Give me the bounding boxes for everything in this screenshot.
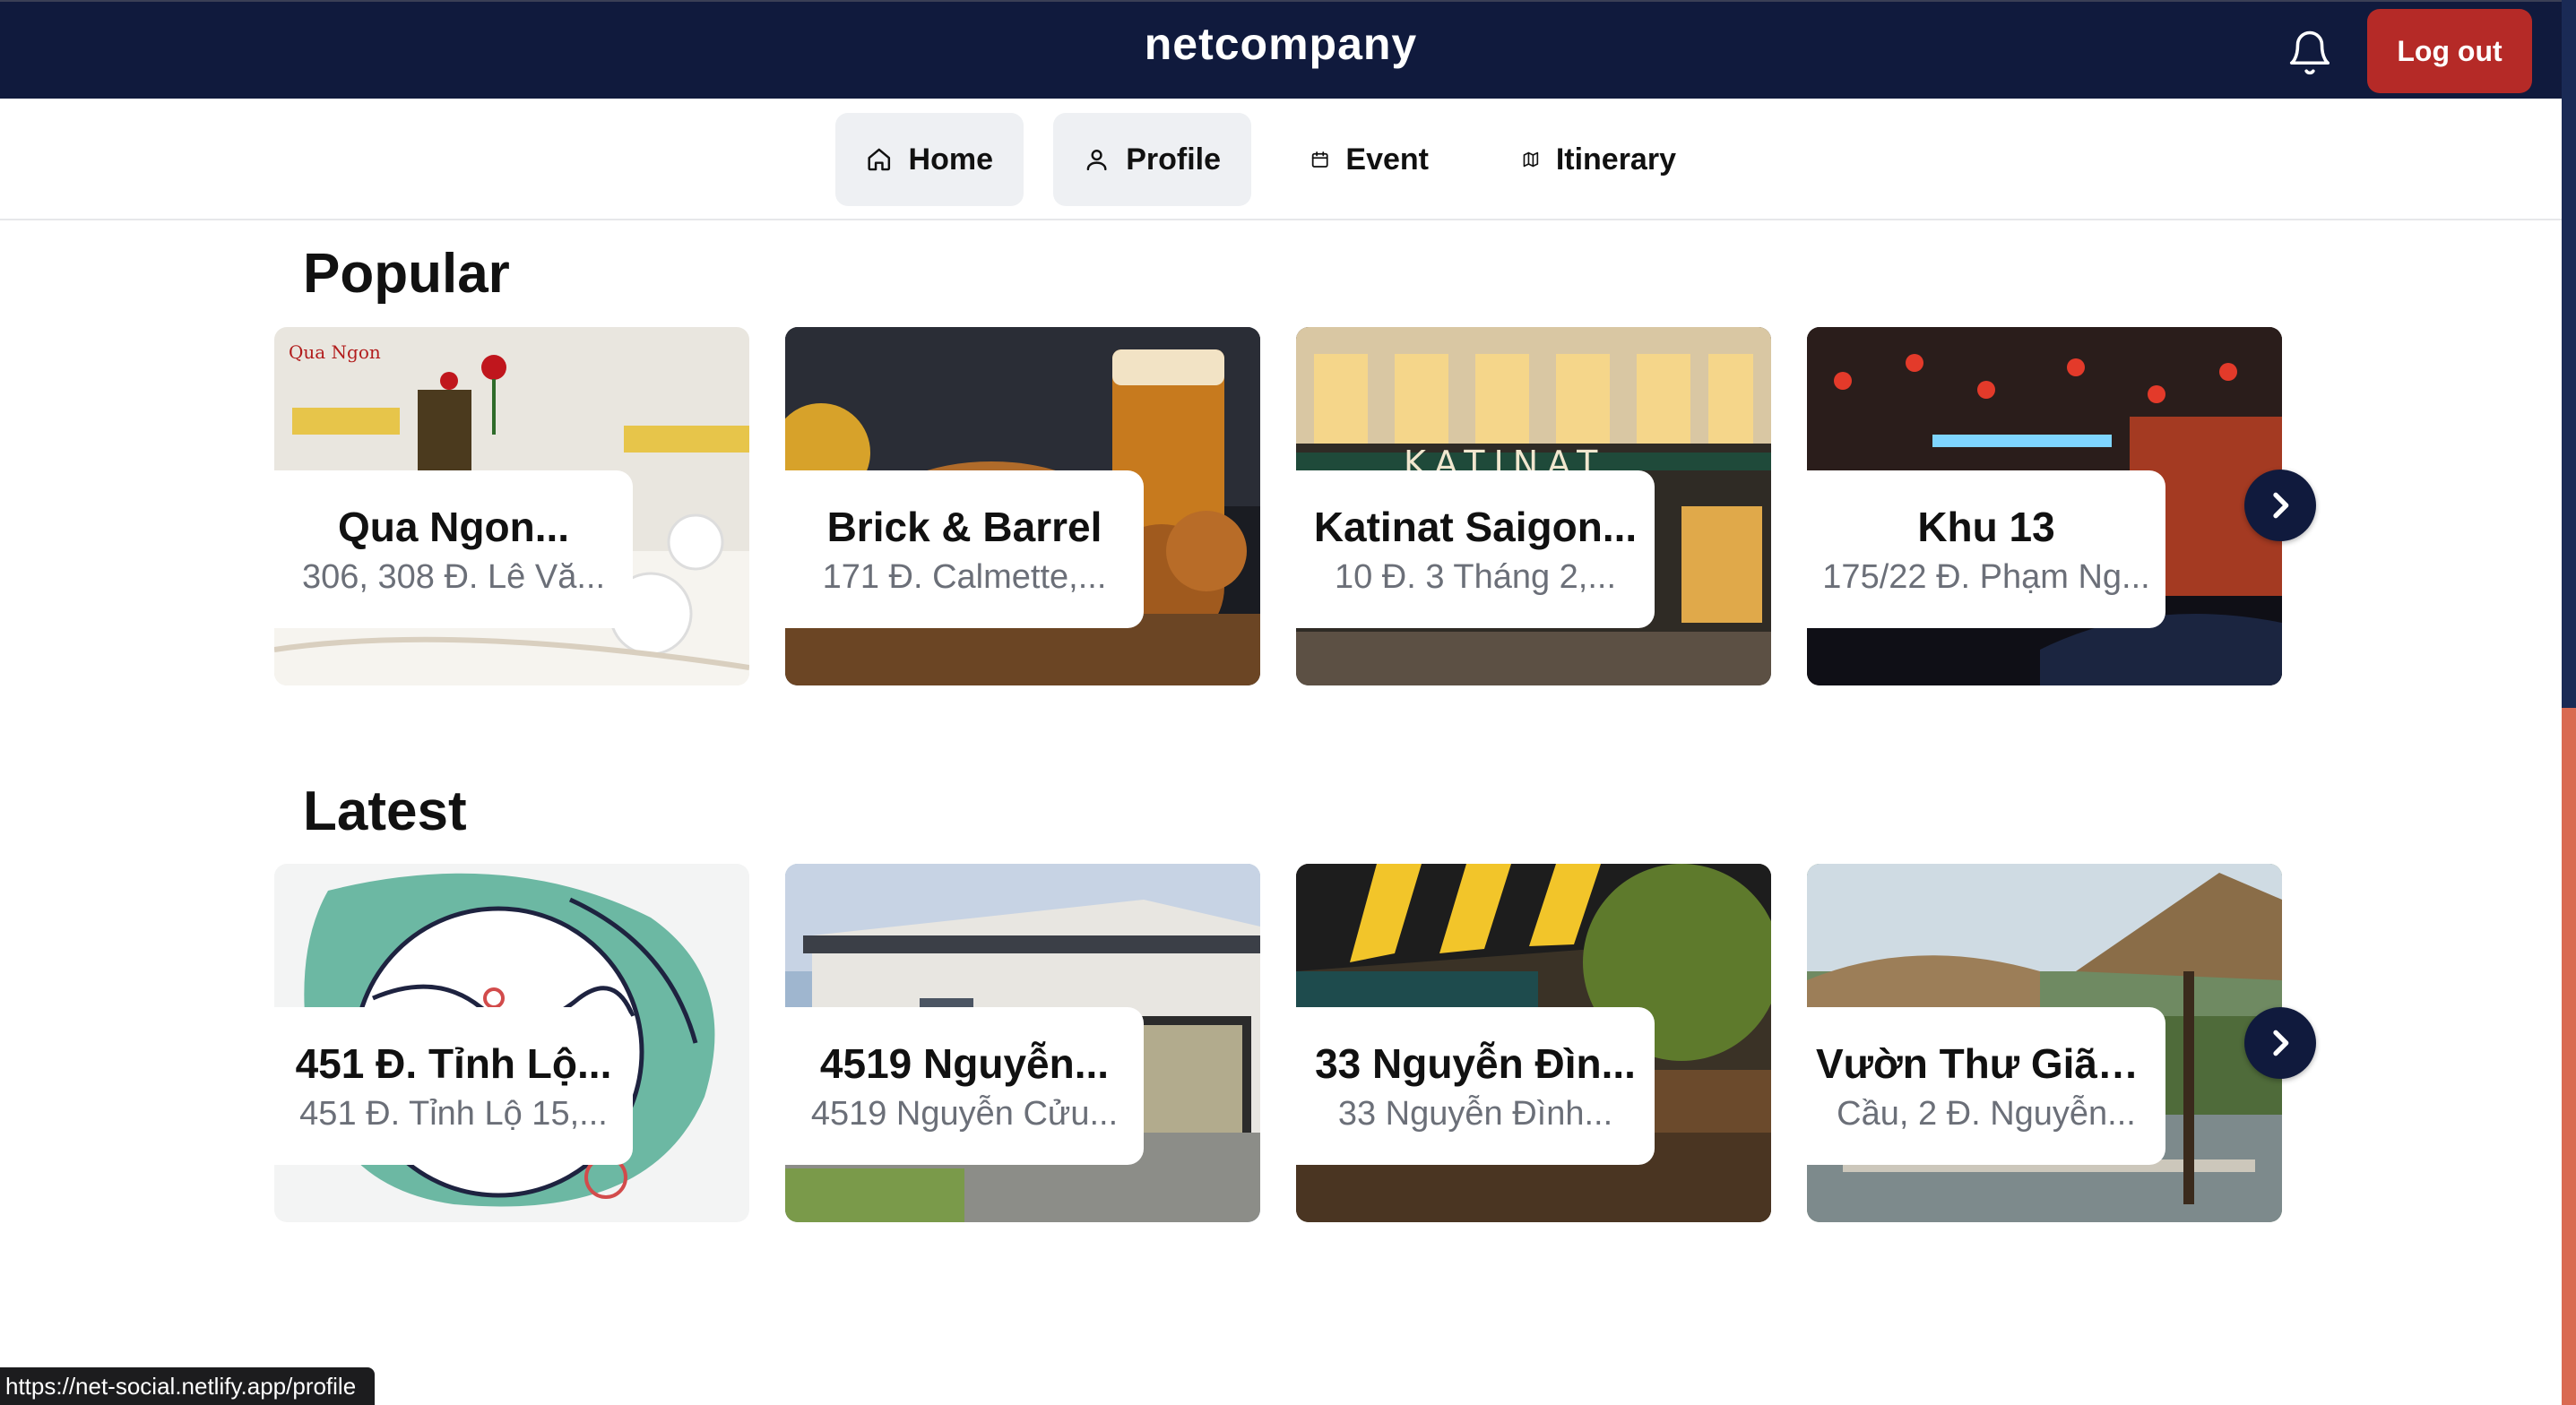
nav-home-label: Home (908, 142, 993, 177)
nav-itinerary-label: Itinerary (1555, 142, 1676, 177)
bell-icon[interactable] (2286, 27, 2334, 79)
latest-card-451-tinh-lo[interactable]: 451 Đ. Tỉnh Lộ... 451 Đ. Tỉnh Lộ 15,... (274, 864, 749, 1222)
popular-card-brick-barrel[interactable]: Brick & Barrel 171 Đ. Calmette,... (785, 327, 1260, 685)
card-label: Khu 13 175/22 Đ. Phạm Ng... (1807, 470, 2165, 628)
card-address: 33 Nguyễn Đình... (1337, 1094, 1613, 1133)
card-address: 171 Đ. Calmette,... (822, 557, 1107, 596)
card-label: Katinat Saigon... 10 Đ. 3 Tháng 2,... (1296, 470, 1655, 628)
home-icon (868, 148, 891, 171)
card-name: Qua Ngon... (337, 503, 570, 550)
popular-card-qua-ngon[interactable]: Qua Ngon Qua Ngon... 306, 308 Đ. Lê Vă..… (274, 327, 749, 685)
card-label: 33 Nguyễn Đìn... 33 Nguyễn Đình... (1296, 1007, 1655, 1165)
card-address: 306, 308 Đ. Lê Vă... (301, 557, 605, 596)
user-icon (1086, 150, 1107, 171)
nav-event-label: Event (1345, 142, 1429, 177)
main-nav: Home Profile Event Itinerary (0, 99, 2562, 220)
card-address: 175/22 Đ. Phạm Ng... (1822, 557, 2150, 596)
card-name: 4519 Nguyễn... (819, 1039, 1110, 1087)
latest-title: Latest (303, 780, 467, 842)
card-name: Vườn Thư Giãn... (1816, 1039, 2157, 1087)
nav-profile[interactable]: Profile (1053, 113, 1251, 206)
popular-card-katinat[interactable]: KATINAT Katinat Saigon... 10 Đ. 3 Tháng … (1296, 327, 1771, 685)
latest-card-vuon-thu-gian[interactable]: Vườn Thư Giãn... Cầu, 2 Đ. Nguyễn... (1807, 864, 2282, 1222)
card-name: 33 Nguyễn Đìn... (1315, 1039, 1636, 1087)
card-label: Brick & Barrel 171 Đ. Calmette,... (785, 470, 1144, 628)
brand-logo[interactable]: netcompany (0, 18, 2562, 70)
calendar-icon (1311, 151, 1328, 168)
latest-card-33-nguyen-dinh[interactable]: 33 Nguyễn Đìn... 33 Nguyễn Đình... (1296, 864, 1771, 1222)
card-label: Vườn Thư Giãn... Cầu, 2 Đ. Nguyễn... (1807, 1007, 2165, 1165)
card-label: 451 Đ. Tỉnh Lộ... 451 Đ. Tỉnh Lộ 15,... (274, 1007, 633, 1165)
link-status-bar: https://net-social.netlify.app/profile (0, 1367, 375, 1405)
nav-itinerary[interactable]: Itinerary (1491, 113, 1707, 206)
nav-home[interactable]: Home (835, 113, 1024, 206)
card-address: 10 Đ. 3 Tháng 2,... (1334, 557, 1617, 596)
popular-title: Popular (303, 243, 510, 305)
logout-button[interactable]: Log out (2367, 9, 2532, 93)
popular-card-khu-13[interactable]: Khu 13 175/22 Đ. Phạm Ng... (1807, 327, 2282, 685)
svg-text:Qua Ngon: Qua Ngon (289, 341, 381, 363)
card-name: Khu 13 (1917, 503, 2055, 550)
card-name: Brick & Barrel (826, 503, 1102, 550)
card-address: 451 Đ. Tỉnh Lộ 15,... (299, 1094, 608, 1133)
chevron-right-icon (2273, 492, 2289, 519)
scrollbar-thumb[interactable] (2562, 708, 2576, 1405)
card-label: 4519 Nguyễn... 4519 Nguyễn Cửu... (785, 1007, 1144, 1165)
popular-next-button[interactable] (2244, 470, 2316, 541)
map-icon (1523, 151, 1539, 168)
chevron-right-icon (2273, 1030, 2289, 1056)
card-address: 4519 Nguyễn Cửu... (810, 1094, 1119, 1133)
card-address: Cầu, 2 Đ. Nguyễn... (1837, 1094, 2136, 1133)
nav-profile-label: Profile (1126, 142, 1221, 177)
latest-next-button[interactable] (2244, 1007, 2316, 1079)
top-header: netcompany Log out (0, 0, 2562, 99)
card-name: Katinat Saigon... (1313, 503, 1638, 550)
card-label: Qua Ngon... 306, 308 Đ. Lê Vă... (274, 470, 633, 628)
card-name: 451 Đ. Tỉnh Lộ... (295, 1039, 612, 1087)
nav-event[interactable]: Event (1280, 113, 1459, 206)
latest-card-4519-nguyen[interactable]: 4519 Nguyễn... 4519 Nguyễn Cửu... (785, 864, 1260, 1222)
